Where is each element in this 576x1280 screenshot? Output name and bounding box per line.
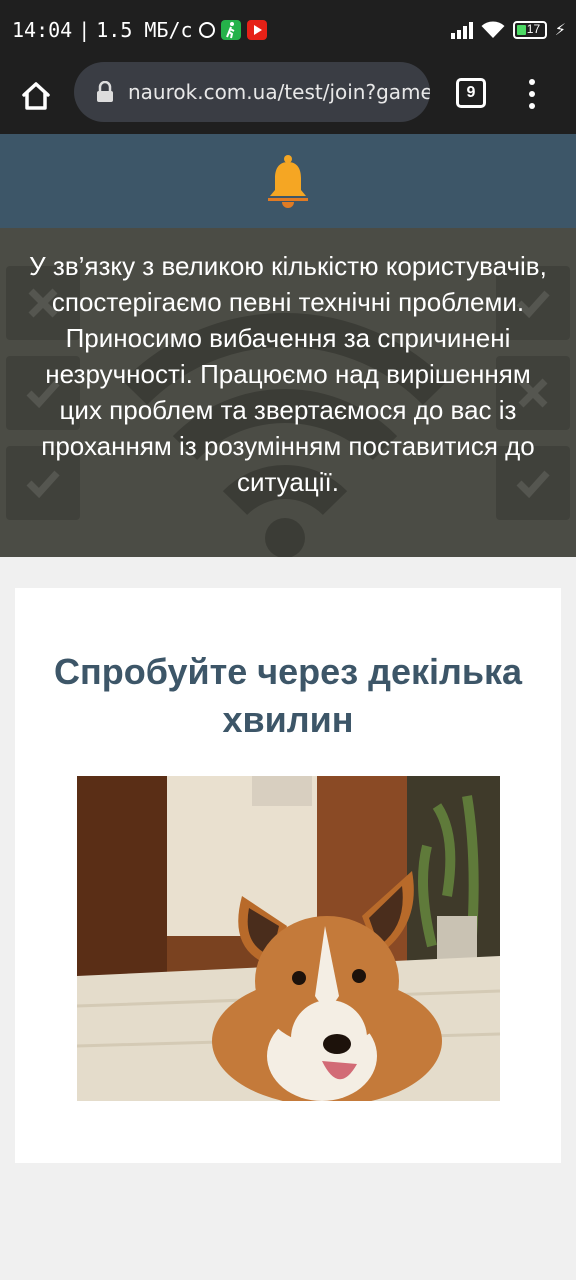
status-bar: 14:04 | 1.5 МБ/с 17 ⚡ <box>0 0 576 62</box>
bell-icon <box>266 154 310 208</box>
warning-message: У зв’язку з великою кількістю користувач… <box>29 251 547 497</box>
home-icon <box>22 82 50 110</box>
content-card: Спробуйте через декілька хвилин <box>15 588 561 1163</box>
tab-count: 9 <box>466 84 476 101</box>
menu-button[interactable] <box>522 76 542 112</box>
tab-switcher-button[interactable]: 9 <box>456 78 486 108</box>
url-text[interactable]: naurok.com.ua/test/join?gamecode <box>128 80 430 104</box>
home-button[interactable] <box>16 76 56 116</box>
lock-icon <box>96 80 114 103</box>
charging-icon: ⚡ <box>554 22 566 39</box>
network-speed: 1.5 МБ/с <box>96 18 193 42</box>
warning-overlay: У зв’язку з великою кількістю користувач… <box>0 228 576 557</box>
wifi-icon <box>481 21 505 39</box>
clock: 14:04 <box>12 18 73 42</box>
youtube-icon <box>246 20 267 40</box>
status-separator: | <box>78 18 91 42</box>
alarm-icon <box>198 22 215 38</box>
battery-icon: 17 <box>512 21 547 39</box>
battery-level: 17 <box>526 22 541 36</box>
corgi-image <box>77 776 500 1101</box>
signal-icon <box>450 21 473 39</box>
status-right: 17 ⚡ <box>450 20 566 40</box>
menu-icon <box>529 79 535 85</box>
status-left: 14:04 | 1.5 МБ/с <box>12 18 267 42</box>
card-title: Спробуйте через декілька хвилин <box>53 651 523 740</box>
walking-icon <box>220 20 241 40</box>
address-bar[interactable]: naurok.com.ua/test/join?gamecode <box>74 62 430 122</box>
browser-toolbar: naurok.com.ua/test/join?gamecode 9 <box>0 62 576 134</box>
